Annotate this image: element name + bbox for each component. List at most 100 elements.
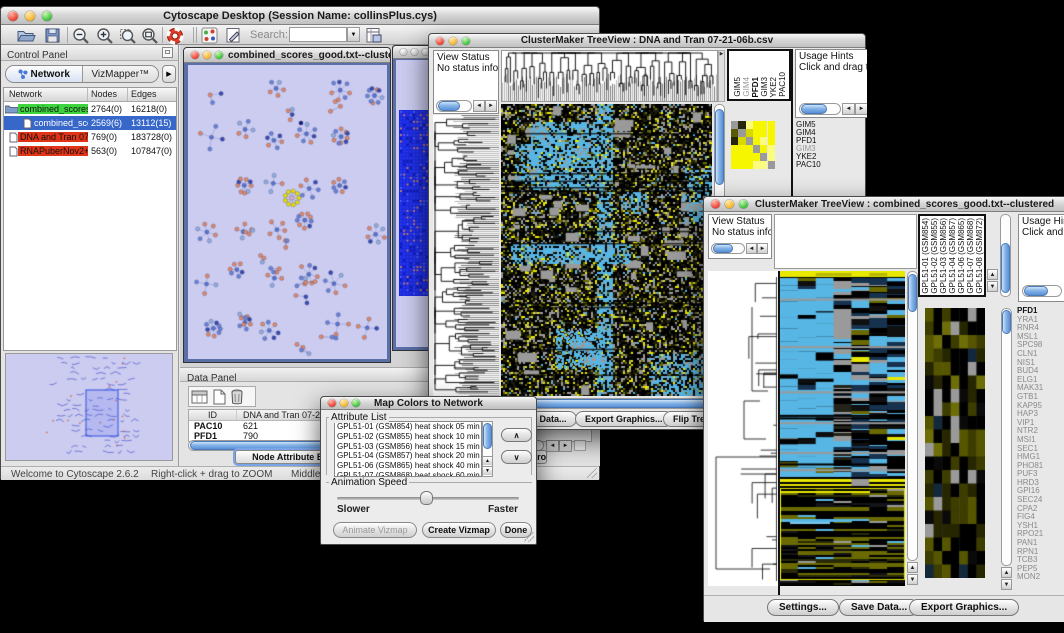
delete-attribute-icon[interactable] xyxy=(230,389,244,405)
zoom-button[interactable] xyxy=(352,399,360,407)
close-button[interactable] xyxy=(328,399,336,407)
attribute-item[interactable]: GPL51-04 (GSM857) heat shock 20 min xyxy=(335,451,481,461)
scroll-right-icon[interactable]: ► xyxy=(855,103,867,115)
button-export-graphics-[interactable]: Export Graphics... xyxy=(575,411,673,427)
tv1-left-dendrogram[interactable] xyxy=(433,115,499,396)
network-row[interactable]: DNA and Tran 07769(0)183728(0) xyxy=(4,130,176,144)
button-animate-vizmap[interactable]: Animate Vizmap xyxy=(333,522,417,538)
col-network[interactable]: Network xyxy=(4,88,88,101)
gene-label[interactable]: PAC10 xyxy=(796,161,862,169)
import-table-icon[interactable] xyxy=(364,26,383,45)
scroll-up-icon[interactable]: ▲ xyxy=(907,562,918,573)
tv2-heatmap[interactable] xyxy=(780,271,905,586)
close-button[interactable] xyxy=(711,200,720,209)
scroll-down-icon[interactable]: ▼ xyxy=(987,281,998,292)
minimize-button[interactable] xyxy=(203,51,211,59)
matrix-cell xyxy=(731,137,738,145)
minimize-button[interactable] xyxy=(25,11,35,21)
button-save-data-[interactable]: Save Data... xyxy=(839,599,919,616)
scroll-down-icon[interactable]: ▼ xyxy=(907,574,918,585)
float-panel-icon[interactable] xyxy=(162,47,173,58)
edit-page-icon[interactable] xyxy=(224,26,243,45)
zoom-out-icon[interactable] xyxy=(71,26,90,45)
open-file-icon[interactable] xyxy=(17,26,36,45)
search-input[interactable] xyxy=(289,27,347,42)
zoom-selected-icon[interactable] xyxy=(118,26,137,45)
col-nodes[interactable]: Nodes xyxy=(88,88,128,101)
treeview2-titlebar[interactable]: ClusterMaker TreeView : combined_scores_… xyxy=(704,197,1064,212)
scroll-up-icon[interactable]: ▲ xyxy=(987,269,998,280)
col-edges[interactable]: Edges xyxy=(128,88,176,101)
tv1-heatmap[interactable] xyxy=(501,104,712,396)
attribute-item[interactable]: GPL51-01 (GSM854) heat shock 05 min xyxy=(335,422,481,432)
attribute-item[interactable]: GPL51-03 (GSM856) heat shock 15 min xyxy=(335,442,481,452)
document-icon xyxy=(9,132,18,143)
network-overview[interactable] xyxy=(5,353,173,461)
scroll-down-icon[interactable]: ▼ xyxy=(1001,579,1012,590)
select-attributes-icon[interactable] xyxy=(191,389,209,405)
tv1-mini-matrix[interactable] xyxy=(731,121,775,169)
help-lifesaver-icon[interactable] xyxy=(165,26,184,45)
tabs-overflow-button[interactable]: ▶ xyxy=(162,65,176,83)
resize-grip[interactable] xyxy=(587,468,597,478)
gene-label[interactable]: MON2 xyxy=(1017,573,1064,582)
network-graph-view[interactable] xyxy=(188,65,387,359)
tab-network[interactable]: Network xyxy=(6,66,83,82)
zoom-button[interactable] xyxy=(739,200,748,209)
button-create-vizmap[interactable]: Create Vizmap xyxy=(422,522,496,538)
minimize-button[interactable] xyxy=(725,200,734,209)
zoom-button[interactable] xyxy=(462,37,470,45)
minimize-button[interactable] xyxy=(340,399,348,407)
scroll-left-icon[interactable]: ◄ xyxy=(473,100,485,112)
treeview1-titlebar[interactable]: ClusterMaker TreeView : DNA and Tran 07-… xyxy=(429,34,865,48)
scroll-left-icon[interactable]: ◄ xyxy=(546,440,559,452)
scroll-right-icon[interactable]: ► xyxy=(559,440,572,452)
minimize-button[interactable] xyxy=(411,49,418,56)
new-attribute-icon[interactable] xyxy=(212,389,227,405)
button-export-graphics-[interactable]: Export Graphics... xyxy=(909,599,1019,616)
move-up-button[interactable]: ∧ xyxy=(501,428,532,442)
save-icon[interactable] xyxy=(43,26,62,45)
scroll-right-icon[interactable]: ► xyxy=(485,100,497,112)
scroll-left-icon[interactable]: ◄ xyxy=(842,103,855,115)
close-button[interactable] xyxy=(400,49,407,56)
network-row[interactable]: combined_scores_2764(0)16218(0) xyxy=(4,102,176,116)
vizmap-nodes-icon[interactable] xyxy=(200,26,219,45)
matrix-cell xyxy=(731,121,738,129)
dialog-titlebar[interactable]: Map Colors to Network xyxy=(321,397,536,410)
main-titlebar[interactable]: Cytoscape Desktop (Session Name: collins… xyxy=(1,7,599,25)
tv2-status-scrollbar[interactable] xyxy=(711,243,745,254)
col-id[interactable]: ID xyxy=(189,410,237,420)
zoom-button[interactable] xyxy=(42,11,52,21)
tv2-left-dendrogram[interactable] xyxy=(708,271,778,586)
tv2-hints-scrollbar[interactable] xyxy=(1022,285,1062,297)
network-row[interactable]: RNAPuberNov2+I563(0)107847(0) xyxy=(4,144,176,158)
tv1-status-scrollbar[interactable] xyxy=(436,100,472,112)
scroll-left-icon[interactable]: ◄ xyxy=(746,243,757,254)
zoom-button[interactable] xyxy=(215,51,223,59)
close-button[interactable] xyxy=(436,37,444,45)
tv1-hints-scrollbar[interactable] xyxy=(799,103,841,115)
close-button[interactable] xyxy=(8,11,18,21)
search-dropdown-button[interactable]: ▼ xyxy=(347,27,360,42)
tv1-top-dendrogram[interactable] xyxy=(501,50,718,102)
slider-thumb[interactable] xyxy=(420,491,433,505)
tv2-vscrollbar[interactable] xyxy=(907,271,918,561)
move-down-button[interactable]: ∨ xyxy=(501,450,532,464)
tv2-zoom-heatmap[interactable] xyxy=(925,308,985,578)
tv2-labels-scrollbar[interactable] xyxy=(1000,214,1011,297)
minimize-button[interactable] xyxy=(449,37,457,45)
zoom-fit-icon[interactable] xyxy=(140,26,159,45)
scroll-up-icon[interactable]: ▲ xyxy=(1001,567,1012,578)
close-button[interactable] xyxy=(191,51,199,59)
tv2-zoom-vscrollbar[interactable] xyxy=(1001,308,1012,566)
attribute-item[interactable]: GPL51-06 (GSM865) heat shock 40 min xyxy=(335,461,481,471)
tab-vizmapper[interactable]: VizMapper™ xyxy=(83,66,159,82)
resize-grip[interactable] xyxy=(524,532,534,542)
button-settings-[interactable]: Settings... xyxy=(767,599,839,616)
network-row[interactable]: combined_sco2569(6)13112(15) xyxy=(4,116,176,130)
scroll-right-icon[interactable]: ► xyxy=(757,243,768,254)
attribute-list-scrollbar[interactable]: ▲ ▼ xyxy=(482,421,493,477)
attribute-item[interactable]: GPL51-02 (GSM855) heat shock 10 min xyxy=(335,432,481,442)
zoom-in-icon[interactable] xyxy=(95,26,114,45)
